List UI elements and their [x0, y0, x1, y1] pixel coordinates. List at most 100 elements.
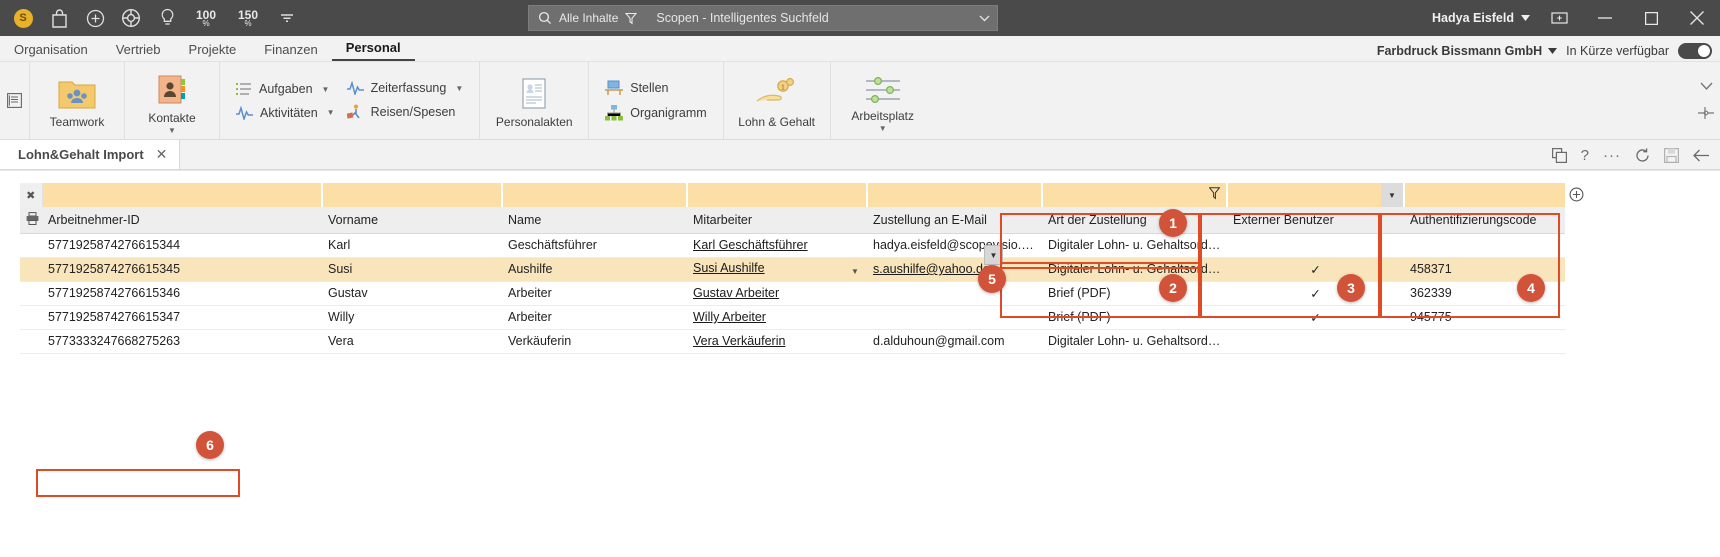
- menu-item-organisation[interactable]: Organisation: [0, 40, 102, 61]
- close-icon[interactable]: ✕: [156, 146, 168, 163]
- grid-header-mitarbeiter[interactable]: Mitarbeiter: [687, 207, 867, 234]
- cell-mitarbeiter[interactable]: Willy Arbeiter: [687, 305, 867, 330]
- add-column-icon[interactable]: [1567, 185, 1585, 203]
- zeiterfassung-button[interactable]: Zeiterfassung ▼: [346, 81, 463, 95]
- mitarbeiter-link[interactable]: Karl Geschäftsführer: [693, 238, 808, 252]
- chevron-down-icon[interactable]: ▼: [322, 85, 330, 94]
- zoom-150-icon[interactable]: 150%: [234, 7, 262, 29]
- company-selector[interactable]: Farbdruck Bissmann GmbH: [1377, 44, 1558, 58]
- cell-mitarbeiter[interactable]: ▼ Susi Aushilfe: [687, 257, 867, 282]
- menu-item-vertrieb[interactable]: Vertrieb: [102, 40, 175, 61]
- lohn-gehalt-button[interactable]: 1 Lohn & Gehalt: [734, 73, 820, 129]
- email-link[interactable]: s.aushilfe@yahoo.de: [873, 262, 990, 276]
- ribbon-launcher-icon[interactable]: [0, 62, 30, 139]
- email-cell-dropdown-button[interactable]: ▼: [984, 245, 1003, 265]
- reisen-spesen-button[interactable]: Reisen/Spesen: [346, 104, 464, 120]
- grid-header-name[interactable]: Name: [502, 207, 687, 234]
- grid-header-zustellung-email[interactable]: Zustellung an E-Mail: [867, 207, 1042, 234]
- aufgaben-button[interactable]: Aufgaben ▼: [236, 82, 335, 97]
- more-icon[interactable]: ···: [1603, 147, 1621, 164]
- grid-header-externer-benutzer[interactable]: Externer Benutzer: [1227, 207, 1404, 234]
- maximize-button[interactable]: [1628, 0, 1674, 36]
- organigramm-button[interactable]: Organigramm: [605, 105, 707, 121]
- cell-art-der-zustellung[interactable]: Brief (PDF): [1042, 281, 1227, 306]
- chevron-down-icon[interactable]: [276, 7, 298, 29]
- chevron-down-icon[interactable]: ▼: [327, 108, 335, 117]
- cell-art-der-zustellung[interactable]: Digitaler Lohn- u. Gehaltsordner: [1042, 233, 1227, 258]
- back-icon[interactable]: [1693, 149, 1710, 162]
- kontakte-button[interactable]: Kontakte ▼: [135, 69, 209, 134]
- bulb-icon[interactable]: [156, 7, 178, 29]
- lifebuoy-icon[interactable]: [120, 7, 142, 29]
- menu-item-personal[interactable]: Personal: [331, 38, 415, 61]
- table-row[interactable]: 5773333247668275263 Vera Verkäuferin Ver…: [20, 329, 1565, 354]
- chevron-down-icon[interactable]: ▼: [879, 124, 887, 132]
- filter-arbeitnehmer-id[interactable]: [42, 183, 323, 207]
- filter-vorname[interactable]: [322, 183, 503, 207]
- plus-circle-icon[interactable]: [84, 7, 106, 29]
- cell-mitarbeiter[interactable]: Vera Verkäuferin: [687, 329, 867, 354]
- mitarbeiter-link[interactable]: Gustav Arbeiter: [693, 286, 779, 300]
- grid-header-art-der-zustellung[interactable]: Art der Zustellung: [1042, 207, 1227, 234]
- chevron-down-icon[interactable]: ▼: [455, 84, 463, 93]
- close-button[interactable]: [1674, 0, 1720, 36]
- row-selector[interactable]: [20, 305, 42, 330]
- filter-mitarbeiter[interactable]: [687, 183, 868, 207]
- table-row[interactable]: 5771925874276615346 Gustav Arbeiter Gust…: [20, 281, 1565, 306]
- cell-mitarbeiter[interactable]: Gustav Arbeiter: [687, 281, 867, 306]
- search-dropdown-icon[interactable]: [971, 15, 997, 22]
- chevron-down-icon[interactable]: ▼: [1381, 183, 1403, 207]
- filter-art-der-zustellung[interactable]: [1042, 183, 1228, 207]
- menu-item-projekte[interactable]: Projekte: [175, 40, 251, 61]
- grid-header-authentifizierungscode[interactable]: Authentifizierungscode: [1404, 207, 1565, 234]
- user-menu[interactable]: Hadya Eisfeld: [1432, 11, 1536, 25]
- search-scope-selector[interactable]: Alle Inhalte: [529, 11, 646, 25]
- ribbon-customize-icon[interactable]: [1698, 106, 1714, 123]
- cell-art-der-zustellung[interactable]: Digitaler Lohn- u. Gehaltsordner: [1042, 329, 1227, 354]
- row-selector[interactable]: [20, 233, 42, 258]
- table-row[interactable]: 5771925874276615344 Karl Geschäftsführer…: [20, 233, 1565, 258]
- filter-icon[interactable]: [1208, 187, 1221, 203]
- bag-icon[interactable]: [48, 7, 70, 29]
- mitarbeiter-link[interactable]: Vera Verkäuferin: [693, 334, 785, 348]
- ribbon-collapse-icon[interactable]: [1699, 79, 1713, 94]
- row-selector[interactable]: [20, 281, 42, 306]
- minimize-button[interactable]: [1582, 0, 1628, 36]
- row-selector[interactable]: [20, 329, 42, 354]
- filter-externer-benutzer[interactable]: ▼: [1227, 183, 1405, 207]
- save-icon[interactable]: [1664, 147, 1679, 163]
- row-selector[interactable]: [20, 257, 42, 282]
- stellen-button[interactable]: Stellen: [605, 80, 706, 96]
- chevron-down-icon[interactable]: ▼: [849, 266, 861, 278]
- filter-name[interactable]: [502, 183, 688, 207]
- grid-print-icon[interactable]: [20, 207, 42, 234]
- personalakten-button[interactable]: Personalakten: [490, 73, 578, 129]
- arbeitsplatz-button[interactable]: Arbeitsplatz ▼: [841, 71, 925, 132]
- mitarbeiter-link[interactable]: Willy Arbeiter: [693, 310, 766, 324]
- grid-clear-filter-button[interactable]: ✖: [20, 183, 43, 207]
- filter-email[interactable]: [867, 183, 1043, 207]
- cell-art-der-zustellung[interactable]: Brief (PDF): [1042, 305, 1227, 330]
- filter-authentifizierungscode[interactable]: [1404, 183, 1583, 207]
- cell-mitarbeiter[interactable]: Karl Geschäftsführer: [687, 233, 867, 258]
- menu-item-finanzen[interactable]: Finanzen: [250, 40, 331, 61]
- cell-art-der-zustellung[interactable]: Digitaler Lohn- u. Gehaltsordner: [1042, 257, 1227, 282]
- table-row[interactable]: 5771925874276615345 Susi Aushilfe ▼ Susi…: [20, 257, 1565, 282]
- coin-icon[interactable]: S: [12, 7, 34, 29]
- global-search-bar[interactable]: Alle Inhalte Scopen - Intelligentes Such…: [528, 5, 998, 31]
- tab-lohn-gehalt-import[interactable]: Lohn&Gehalt Import ✕: [0, 140, 181, 169]
- availability-toggle[interactable]: [1678, 43, 1712, 59]
- chevron-down-icon[interactable]: ▼: [168, 126, 176, 134]
- table-row[interactable]: 5771925874276615347 Willy Arbeiter Willy…: [20, 305, 1565, 330]
- grid-header-vorname[interactable]: Vorname: [322, 207, 502, 234]
- zoom-100-icon[interactable]: 100%: [192, 7, 220, 29]
- teamwork-button[interactable]: Teamwork: [40, 73, 114, 129]
- refresh-icon[interactable]: [1635, 147, 1650, 163]
- mitarbeiter-link[interactable]: Susi Aushilfe: [693, 261, 765, 275]
- copy-icon[interactable]: [1551, 147, 1567, 163]
- cell-email[interactable]: s.aushilfe@yahoo.de: [867, 257, 1042, 282]
- aktivitaeten-button[interactable]: Aktivitäten ▼: [236, 105, 335, 120]
- grid-header-arbeitnehmer-id[interactable]: Arbeitnehmer-ID: [42, 207, 322, 234]
- add-window-icon[interactable]: [1536, 0, 1582, 36]
- search-input[interactable]: Scopen - Intelligentes Suchfeld: [646, 11, 971, 25]
